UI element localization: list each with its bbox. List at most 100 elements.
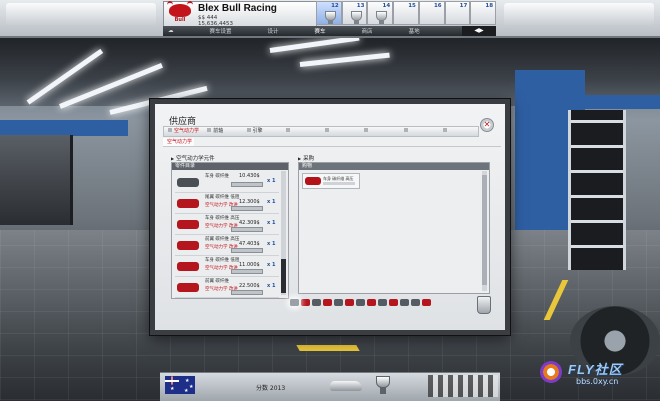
nav-item-design[interactable]: 设计 bbox=[250, 27, 297, 35]
race-round-number: 15 bbox=[408, 3, 416, 9]
race-round-14[interactable]: 14 bbox=[367, 1, 394, 25]
team-panel[interactable]: Bull Blex Bull Racing $$ 444 15,636,4453 bbox=[163, 1, 317, 27]
subtab-10[interactable] bbox=[439, 138, 471, 147]
subtab-7[interactable] bbox=[347, 138, 379, 147]
bottom-bar: ★ ★ ★ ★ 分数 2013 bbox=[160, 372, 500, 401]
list-item[interactable]: 前翼 碳纤维 空气动力学 改进 22.500$ x 1 bbox=[175, 277, 279, 298]
part-icon[interactable] bbox=[400, 298, 409, 306]
tab-front-axle[interactable]: 前轴 bbox=[203, 127, 242, 136]
scrollbar-thumb[interactable] bbox=[281, 259, 286, 293]
subtab-4[interactable] bbox=[255, 138, 286, 147]
race-round-12[interactable]: 12 bbox=[316, 1, 342, 25]
truck bbox=[0, 135, 73, 225]
tab-7[interactable] bbox=[400, 127, 439, 136]
race-round-13[interactable]: 13 bbox=[341, 1, 368, 25]
category-tabs: 空气动力学 前轴 引擎 bbox=[163, 126, 479, 137]
part-name: 车身 碳纤维 低阻 bbox=[205, 258, 240, 263]
list-item[interactable]: 车身 碳纤维 10.430$ x 1 bbox=[175, 172, 279, 193]
part-quantity[interactable]: x 1 bbox=[267, 199, 275, 205]
nav-item-shop[interactable]: 商店 bbox=[344, 27, 391, 35]
nav-item-car[interactable]: 赛车 bbox=[297, 27, 344, 35]
tab-label: 前轴 bbox=[213, 128, 224, 134]
tab-8[interactable] bbox=[439, 127, 478, 136]
subtab-6[interactable] bbox=[316, 138, 348, 147]
parts-toolbar bbox=[290, 297, 474, 307]
nav-item-car-setup[interactable]: 赛车设置 bbox=[192, 27, 250, 35]
parts-list-header: 零件目录 bbox=[172, 163, 288, 170]
part-thumbnail bbox=[177, 199, 199, 208]
part-rating-bar bbox=[231, 206, 263, 211]
subtab-aero[interactable]: 空气动力学 bbox=[163, 138, 194, 147]
part-quantity[interactable]: x 1 bbox=[267, 283, 275, 289]
part-icon[interactable] bbox=[312, 298, 321, 306]
tire-rack bbox=[568, 110, 626, 270]
part-thumbnail bbox=[177, 220, 199, 229]
part-quantity[interactable]: x 1 bbox=[267, 262, 275, 268]
car-icon[interactable] bbox=[330, 381, 362, 391]
top-bar: Bull Blex Bull Racing $$ 444 15,636,4453… bbox=[0, 0, 660, 38]
tab-marker-icon bbox=[168, 128, 172, 132]
nav-item-base[interactable]: 基地 bbox=[391, 27, 438, 35]
close-button[interactable]: ✕ bbox=[480, 118, 494, 132]
part-icon[interactable] bbox=[345, 298, 354, 306]
flag-canton bbox=[165, 376, 179, 385]
tab-label: 引擎 bbox=[252, 128, 263, 134]
part-icon[interactable] bbox=[356, 298, 365, 306]
nav-arrows-button[interactable]: ◀▶ bbox=[462, 26, 496, 36]
list-item[interactable]: 车身 碳纤维 低阻 空气动力学 改进 11.000$ x 1 bbox=[175, 256, 279, 277]
race-round-16[interactable]: 16 bbox=[418, 1, 445, 25]
parts-list-scrollbar[interactable] bbox=[281, 171, 286, 295]
tab-marker-icon bbox=[285, 128, 290, 132]
part-quantity[interactable]: x 1 bbox=[267, 241, 275, 247]
part-icon[interactable] bbox=[301, 298, 310, 306]
trash-icon[interactable] bbox=[477, 296, 491, 314]
subtab-5[interactable] bbox=[285, 138, 317, 147]
bottom-score: 分数 2013 bbox=[256, 385, 286, 392]
part-icon[interactable] bbox=[378, 298, 387, 306]
tab-marker-icon bbox=[442, 128, 447, 132]
tab-4[interactable] bbox=[282, 127, 321, 136]
cart-header: 购物 bbox=[299, 163, 489, 170]
part-icon[interactable] bbox=[290, 298, 299, 306]
list-item[interactable]: 车身 碳纤维 高压 空气动力学 改进 42.309$ x 1 bbox=[175, 214, 279, 235]
race-round-number: 13 bbox=[356, 3, 365, 9]
tab-engine[interactable]: 引擎 bbox=[243, 127, 282, 136]
race-round-17[interactable]: 17 bbox=[444, 1, 471, 25]
part-icon[interactable] bbox=[323, 298, 332, 306]
cart-item[interactable]: 车身 碳纤维 高压 bbox=[302, 173, 360, 189]
part-icon[interactable] bbox=[389, 298, 398, 306]
subtab-11[interactable] bbox=[470, 138, 502, 147]
subtab-3[interactable] bbox=[224, 138, 256, 147]
subtab-8[interactable] bbox=[378, 138, 409, 147]
part-quantity[interactable]: x 1 bbox=[267, 220, 275, 226]
tab-5[interactable] bbox=[321, 127, 360, 136]
subtab-9[interactable] bbox=[408, 138, 440, 147]
part-name: 尾翼 碳纤维 低阻 bbox=[205, 195, 240, 200]
watermark-text: FLY社区 bbox=[568, 362, 623, 377]
tab-label: 空气动力学 bbox=[174, 128, 200, 134]
cart-panel: 购物 车身 碳纤维 高压 bbox=[298, 162, 490, 294]
list-item[interactable]: 前翼 碳纤维 高压 空气动力学 改进 47.403$ x 1 bbox=[175, 235, 279, 256]
race-round-18[interactable]: 18 bbox=[470, 1, 497, 25]
part-quantity[interactable]: x 1 bbox=[267, 178, 275, 184]
tab-aero[interactable]: 空气动力学 bbox=[164, 127, 203, 136]
part-icon[interactable] bbox=[334, 298, 343, 306]
tab-6[interactable] bbox=[360, 127, 399, 136]
part-thumbnail bbox=[177, 262, 199, 271]
parts-list: 零件目录 车身 碳纤维 10.430$ x 1 尾翼 碳纤维 低阻 空气动力学 … bbox=[171, 162, 289, 299]
list-item[interactable]: 尾翼 碳纤维 低阻 空气动力学 改进 12.300$ x 1 bbox=[175, 193, 279, 214]
race-round-number: 12 bbox=[331, 3, 339, 9]
part-price: 22.500$ bbox=[239, 283, 260, 289]
part-icon[interactable] bbox=[422, 298, 431, 306]
race-round-15[interactable]: 15 bbox=[393, 1, 419, 25]
watermark-logo-icon bbox=[540, 361, 562, 383]
part-name: 前翼 碳纤维 bbox=[205, 279, 229, 284]
blue-wall-left bbox=[0, 120, 128, 136]
nav-left-icon[interactable]: ☁ bbox=[163, 28, 192, 34]
part-rating-bar bbox=[231, 182, 263, 187]
trophy-icon[interactable] bbox=[376, 376, 390, 394]
part-icon[interactable] bbox=[367, 298, 376, 306]
part-icon[interactable] bbox=[411, 298, 420, 306]
subtab-2[interactable] bbox=[193, 138, 225, 147]
cart-scrollbar[interactable] bbox=[482, 171, 487, 291]
